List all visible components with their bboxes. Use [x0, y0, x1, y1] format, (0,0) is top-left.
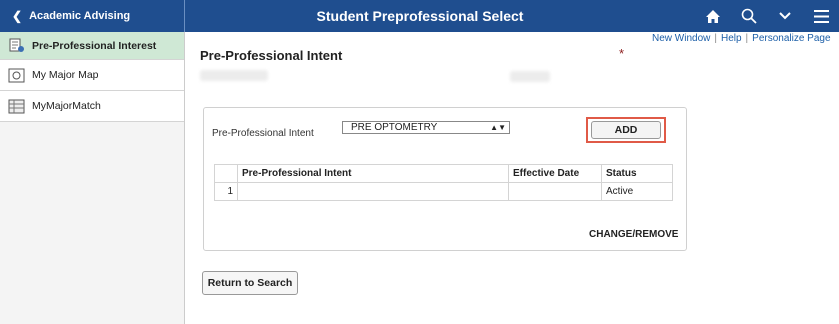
sidebar: Pre-Professional Interest My Major Map M… — [0, 32, 185, 324]
select-arrows-icon: ▲▼ — [490, 123, 506, 132]
page-header-title: Student Preprofessional Select — [316, 8, 524, 24]
intent-select-value: PRE OPTOMETRY — [351, 122, 438, 133]
cell-intent — [237, 182, 509, 201]
intent-select[interactable]: PRE OPTOMETRY ▲▼ — [342, 121, 510, 134]
back-label: Academic Advising — [29, 10, 131, 22]
sidebar-item-label: MyMajorMatch — [32, 100, 101, 112]
return-to-search-button[interactable]: Return to Search — [202, 271, 298, 295]
chevron-down-icon[interactable] — [767, 0, 803, 32]
header-bar: ❮ Academic Advising Student Preprofessio… — [0, 0, 839, 32]
change-remove-link[interactable]: CHANGE/REMOVE — [589, 229, 678, 240]
map-icon — [8, 68, 25, 83]
column-header-effective-date: Effective Date — [508, 164, 602, 183]
table-header-row: Pre-Professional Intent Effective Date S… — [214, 164, 673, 183]
menu-icon[interactable] — [803, 0, 839, 32]
page-title: Pre-Professional Intent — [200, 48, 343, 63]
intent-label: Pre-Professional Intent — [212, 128, 314, 139]
sidebar-item-my-major-map[interactable]: My Major Map — [0, 60, 184, 91]
help-link[interactable]: Help — [721, 33, 742, 44]
cell-effective-date — [508, 182, 602, 201]
add-button[interactable]: ADD — [591, 121, 661, 139]
back-button[interactable]: ❮ Academic Advising — [0, 0, 185, 32]
required-marker: * — [619, 46, 625, 61]
home-icon[interactable] — [695, 0, 731, 32]
column-header-intent: Pre-Professional Intent — [237, 164, 509, 183]
row-number-header — [214, 164, 238, 183]
page-links: New Window | Help | Personalize Page — [652, 33, 831, 44]
chevron-left-icon: ❮ — [12, 9, 23, 23]
intent-table: Pre-Professional Intent Effective Date S… — [214, 164, 673, 201]
row-number: 1 — [214, 182, 238, 201]
sidebar-item-label: My Major Map — [32, 69, 99, 81]
redacted-field — [510, 71, 550, 82]
redacted-field — [200, 70, 268, 81]
sidebar-item-pre-professional-interest[interactable]: Pre-Professional Interest — [0, 32, 184, 60]
table-row: 1 Active — [214, 182, 673, 201]
sidebar-item-mymajormatch[interactable]: MyMajorMatch — [0, 91, 184, 122]
sidebar-item-label: Pre-Professional Interest — [32, 39, 157, 52]
search-icon[interactable] — [731, 0, 767, 32]
new-window-link[interactable]: New Window — [652, 33, 710, 44]
grid-icon — [8, 99, 25, 114]
personalize-page-link[interactable]: Personalize Page — [752, 33, 830, 44]
document-icon — [8, 38, 25, 53]
cell-status: Active — [601, 182, 673, 201]
column-header-status: Status — [601, 164, 673, 183]
